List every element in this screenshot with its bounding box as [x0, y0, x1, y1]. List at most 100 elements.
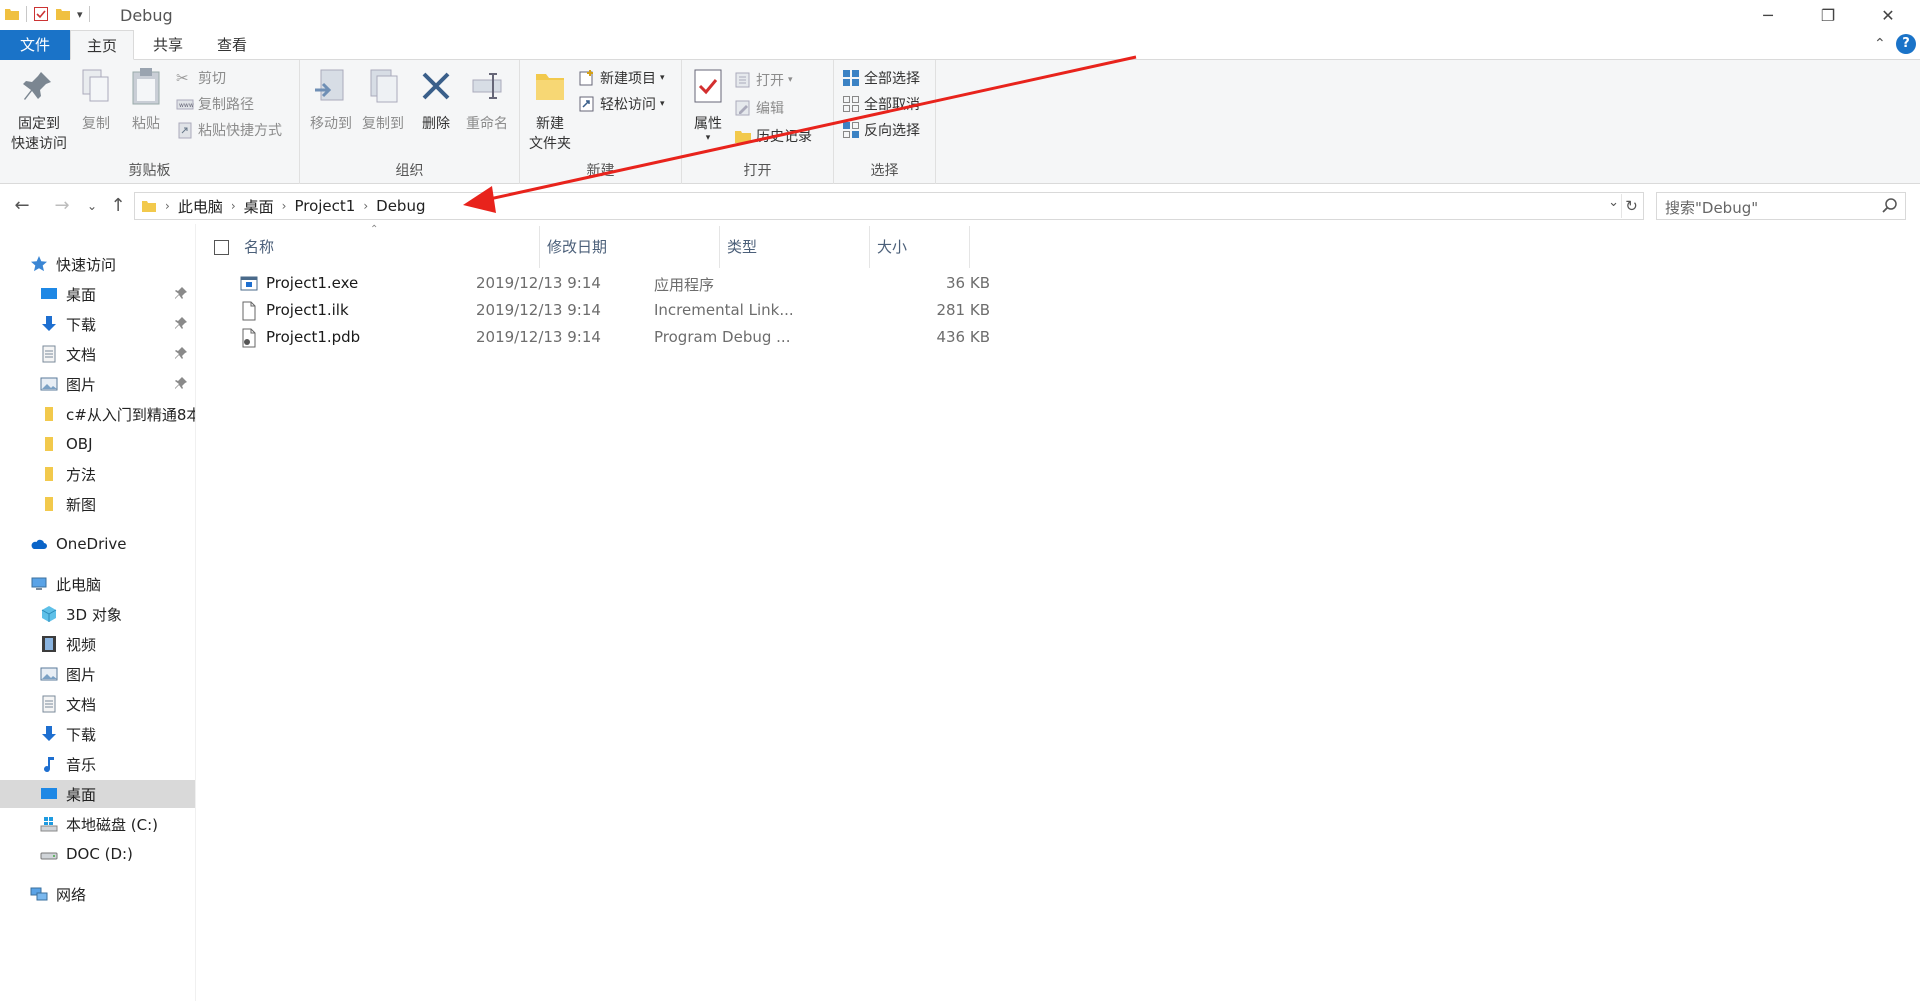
column-divider[interactable]	[969, 226, 970, 268]
breadcrumb-item[interactable]: 桌面	[244, 196, 274, 217]
film-icon	[42, 636, 56, 652]
breadcrumb-item[interactable]: Project1	[294, 197, 355, 215]
breadcrumb: › 此电脑 › 桌面 › Project1 › Debug	[141, 193, 426, 219]
new-folder-button[interactable]: 新建 文件夹	[524, 66, 576, 154]
copy-button[interactable]: 复制	[76, 66, 116, 134]
nav-item-drive-c[interactable]: 本地磁盘 (C:)	[0, 810, 195, 838]
file-row[interactable]: Project1.exe 2019/12/13 9:14 应用程序 36 KB	[228, 270, 1168, 297]
delete-button[interactable]: 删除	[416, 66, 456, 134]
pictures-icon	[40, 667, 58, 681]
new-folder-icon[interactable]	[55, 6, 71, 22]
tab-home[interactable]: 主页	[70, 30, 134, 60]
properties-check-icon[interactable]	[33, 6, 49, 22]
dropdown-arrow-icon: ▾	[660, 73, 665, 83]
nav-onedrive[interactable]: OneDrive	[0, 530, 195, 558]
up-arrow-icon[interactable]: ↑	[106, 192, 130, 220]
edit-button[interactable]: 编辑	[734, 96, 784, 120]
move-to-button[interactable]: 移动到	[306, 66, 356, 134]
column-divider[interactable]	[719, 226, 720, 268]
pin-to-quick-access-button[interactable]: 固定到 快速访问	[6, 66, 72, 154]
pin-icon[interactable]	[174, 346, 188, 360]
close-button[interactable]: ✕	[1860, 0, 1916, 30]
nav-item-desktop[interactable]: 桌面	[0, 780, 195, 808]
nav-item-documents[interactable]: 文档	[0, 690, 195, 718]
nav-item-downloads[interactable]: 下载	[0, 720, 195, 748]
nav-item-folder[interactable]: 新图	[0, 490, 195, 518]
copy-to-button[interactable]: 复制到	[358, 66, 408, 134]
breadcrumb-item[interactable]: Debug	[376, 197, 425, 215]
delete-label: 删除	[422, 116, 450, 132]
copy-path-button[interactable]: www 复制路径	[176, 92, 254, 116]
tab-share[interactable]: 共享	[140, 30, 196, 60]
rename-button[interactable]: 重命名	[460, 66, 514, 134]
nav-item-drive-d[interactable]: DOC (D:)	[0, 840, 195, 868]
forward-arrow-icon[interactable]: →	[50, 192, 74, 220]
breadcrumb-item[interactable]: 此电脑	[178, 196, 223, 217]
address-bar[interactable]: › 此电脑 › 桌面 › Project1 › Debug ⌄ ↻	[134, 192, 1644, 220]
column-header-type[interactable]: 类型	[727, 226, 867, 268]
open-button[interactable]: 打开 ▾	[734, 68, 793, 92]
back-arrow-icon[interactable]: ←	[10, 192, 34, 220]
nav-item-folder[interactable]: c#从入门到精通8本	[0, 400, 196, 428]
history-button[interactable]: 历史记录	[734, 124, 812, 148]
refresh-icon[interactable]: ↻	[1621, 194, 1641, 218]
restore-button[interactable]: ❐	[1800, 0, 1856, 30]
address-history-dropdown-icon[interactable]: ⌄	[1608, 195, 1619, 210]
column-divider[interactable]	[869, 226, 870, 268]
invert-selection-button[interactable]: 反向选择	[842, 118, 920, 142]
nav-this-pc[interactable]: 此电脑	[0, 570, 195, 598]
paste-button[interactable]: 粘贴	[124, 66, 168, 134]
chevron-right-icon[interactable]: ›	[282, 199, 287, 213]
properties-button[interactable]: 属性 ▾	[688, 66, 728, 143]
cut-button[interactable]: ✂ 剪切	[176, 66, 226, 90]
select-all-button[interactable]: 全部选择	[842, 66, 920, 90]
chevron-right-icon[interactable]: ›	[363, 199, 368, 213]
column-header-date[interactable]: 修改日期	[547, 226, 717, 268]
file-name: Project1.ilk	[266, 301, 349, 319]
select-none-button[interactable]: 全部取消	[842, 92, 920, 116]
nav-quick-access[interactable]: 快速访问	[0, 250, 195, 278]
nav-item-downloads[interactable]: 下载	[0, 310, 195, 338]
ribbon-tabs: 文件 主页 共享 查看 ⌃	[0, 30, 1920, 60]
nav-label: c#从入门到精通8本	[66, 405, 196, 424]
pin-icon[interactable]	[174, 376, 188, 390]
nav-item-documents[interactable]: 文档	[0, 340, 195, 368]
collapse-ribbon-icon[interactable]: ⌃	[1874, 36, 1886, 52]
search-box[interactable]: 搜索"Debug"	[1656, 192, 1906, 220]
nav-item-folder[interactable]: OBJ	[0, 430, 195, 458]
file-row[interactable]: Project1.ilk 2019/12/13 9:14 Incremental…	[228, 297, 1168, 324]
nav-item-desktop[interactable]: 桌面	[0, 280, 195, 308]
window-title: Debug	[120, 6, 173, 25]
select-all-checkbox[interactable]	[214, 240, 229, 255]
chevron-right-icon[interactable]: ›	[231, 199, 236, 213]
column-header-size[interactable]: 大小	[877, 226, 967, 268]
file-row[interactable]: Project1.pdb 2019/12/13 9:14 Program Deb…	[228, 324, 1168, 351]
paste-shortcut-button[interactable]: 粘贴快捷方式	[176, 118, 282, 142]
nav-item-folder[interactable]: 方法	[0, 460, 195, 488]
chevron-right-icon[interactable]: ›	[165, 199, 170, 213]
minimize-button[interactable]: ─	[1740, 0, 1796, 30]
new-item-button[interactable]: 新建项目 ▾	[578, 66, 665, 90]
column-divider[interactable]	[539, 226, 540, 268]
nav-item-videos[interactable]: 视频	[0, 630, 195, 658]
nav-item-pictures[interactable]: 图片	[0, 660, 195, 688]
nav-item-3d-objects[interactable]: 3D 对象	[0, 600, 195, 628]
tab-view[interactable]: 查看	[204, 30, 260, 60]
file-size: 436 KB	[936, 328, 990, 346]
help-icon[interactable]: ?	[1896, 34, 1916, 54]
download-arrow-icon	[42, 726, 56, 741]
recent-locations-chevron-icon[interactable]: ⌄	[80, 192, 104, 220]
qat-customize-icon[interactable]: ▾	[77, 8, 83, 21]
pin-icon[interactable]	[174, 316, 188, 330]
nav-item-pictures[interactable]: 图片	[0, 370, 195, 398]
tab-file[interactable]: 文件	[0, 30, 70, 60]
nav-item-music[interactable]: 音乐	[0, 750, 195, 778]
new-group: 新建 文件夹 新建项目 ▾ 轻松访问 ▾ 新建	[520, 60, 682, 184]
column-header-name[interactable]: 名称	[244, 226, 484, 268]
copy-label: 复制	[82, 116, 110, 132]
easy-access-button[interactable]: 轻松访问 ▾	[578, 92, 665, 116]
nav-network[interactable]: 网络	[0, 880, 195, 908]
nav-label: 文档	[66, 695, 97, 714]
search-icon[interactable]	[1881, 197, 1899, 215]
pin-icon[interactable]	[174, 286, 188, 300]
